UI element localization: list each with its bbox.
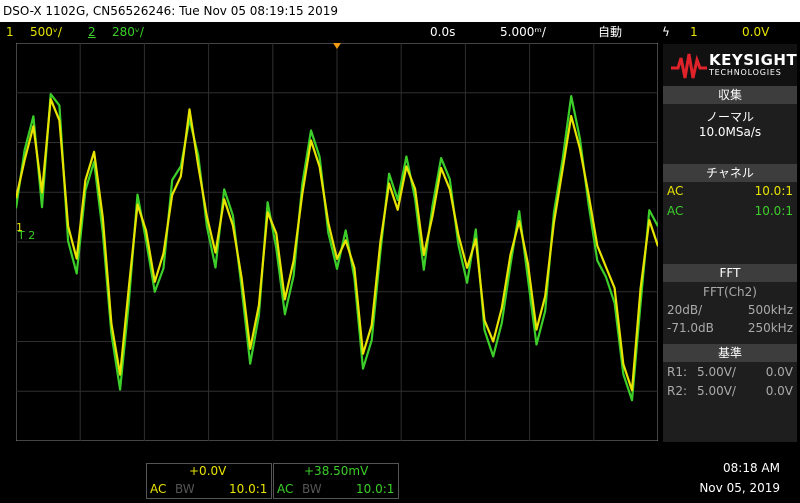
fft-section[interactable]: FFT(Ch2) 20dB/ 500kHz -71.0dB 250kHz bbox=[663, 282, 797, 344]
ch2-bw-limit: BW bbox=[302, 482, 322, 496]
keysight-logo: KEYSIGHT TECHNOLOGIES bbox=[663, 44, 797, 86]
r2-offset: 0.0V bbox=[765, 384, 793, 398]
fft-scale: 20dB/ bbox=[667, 303, 703, 317]
clock-time: 08:18 AM bbox=[723, 461, 780, 475]
trigger-level[interactable]: 0.0V bbox=[742, 22, 769, 42]
sample-rate: 10.0MSa/s bbox=[698, 125, 762, 139]
keysight-wave-icon bbox=[671, 53, 707, 79]
waveform-display[interactable]: T 2 1 bbox=[14, 42, 660, 442]
ch1-number[interactable]: 1 bbox=[6, 22, 14, 42]
ch1-coupling: AC bbox=[667, 184, 684, 198]
window-title: DSO-X 1102G, CN56526246: Tue Nov 05 08:1… bbox=[0, 0, 800, 22]
ch2-scale[interactable]: 280ᵛ/ bbox=[112, 22, 144, 42]
waveform-graticule: T 2 1 bbox=[14, 42, 660, 442]
ch2-softkey[interactable]: +38.50mV AC BW 10.0:1 bbox=[273, 463, 399, 499]
time-offset[interactable]: 0.0s bbox=[430, 22, 455, 42]
fft-ref-level: -71.0dB bbox=[667, 321, 714, 335]
ch1-coupling-bottom: AC bbox=[150, 482, 167, 496]
acquisition-section[interactable]: ノーマル 10.0MSa/s bbox=[663, 104, 797, 164]
top-status-bar: 1 500ᵛ/ 2 280ᵛ/ 0.0s 5.000ᵐ/ 自動 ϟ 1 0.0V bbox=[0, 22, 800, 42]
ch1-bw-limit: BW bbox=[175, 482, 195, 496]
fft-header[interactable]: FFT bbox=[663, 264, 797, 282]
trigger-edge-icon: ϟ bbox=[662, 25, 670, 39]
ch1-softkey[interactable]: +0.0V AC BW 10.0:1 bbox=[146, 463, 272, 499]
ch1-probe: 10.0:1 bbox=[754, 184, 793, 198]
fft-span: 500kHz bbox=[747, 303, 793, 317]
r1-label: R1: bbox=[667, 365, 688, 379]
brand-subtitle: TECHNOLOGIES bbox=[709, 68, 782, 77]
ch2-offset: +38.50mV bbox=[304, 464, 369, 478]
r1-offset: 0.0V bbox=[765, 365, 793, 379]
fft-center: 250kHz bbox=[747, 321, 793, 335]
bottom-status-bar: +0.0V AC BW 10.0:1 +38.50mV AC BW 10.0:1… bbox=[0, 458, 800, 503]
ch2-coupling-bottom: AC bbox=[277, 482, 294, 496]
brand-name: KEYSIGHT bbox=[709, 51, 798, 69]
ch2-coupling: AC bbox=[667, 204, 684, 218]
r2-scale: 5.00V/ bbox=[697, 384, 736, 398]
reference-header[interactable]: 基準 bbox=[663, 344, 797, 362]
trigger-channel[interactable]: 1 bbox=[690, 22, 698, 42]
time-scale[interactable]: 5.000ᵐ/ bbox=[500, 22, 546, 42]
ch1-scale[interactable]: 500ᵛ/ bbox=[30, 22, 62, 42]
ch1-ground-marker[interactable]: 1 bbox=[16, 221, 23, 234]
ch2-number[interactable]: 2 bbox=[88, 22, 96, 42]
fft-source: FFT(Ch2) bbox=[703, 285, 757, 299]
r2-label: R2: bbox=[667, 384, 688, 398]
ch2-probe-bottom: 10.0:1 bbox=[356, 482, 395, 496]
channel-header[interactable]: チャネル bbox=[663, 164, 797, 182]
reference-section[interactable]: R1: 5.00V/ 0.0V R2: 5.00V/ 0.0V bbox=[663, 362, 797, 442]
acquisition-header[interactable]: 収集 bbox=[663, 86, 797, 104]
channel-section[interactable]: AC 10.0:1 AC 10.0:1 bbox=[663, 182, 797, 264]
side-panel: KEYSIGHT TECHNOLOGIES 収集 ノーマル 10.0MSa/s … bbox=[660, 44, 800, 442]
r1-scale: 5.00V/ bbox=[697, 365, 736, 379]
trigger-mode[interactable]: 自動 bbox=[598, 22, 622, 42]
clock-date: Nov 05, 2019 bbox=[699, 481, 780, 495]
ch2-probe: 10.0:1 bbox=[754, 204, 793, 218]
acquisition-mode: ノーマル bbox=[705, 110, 754, 124]
ch1-offset: +0.0V bbox=[189, 464, 227, 478]
ch1-probe-bottom: 10.0:1 bbox=[229, 482, 268, 496]
